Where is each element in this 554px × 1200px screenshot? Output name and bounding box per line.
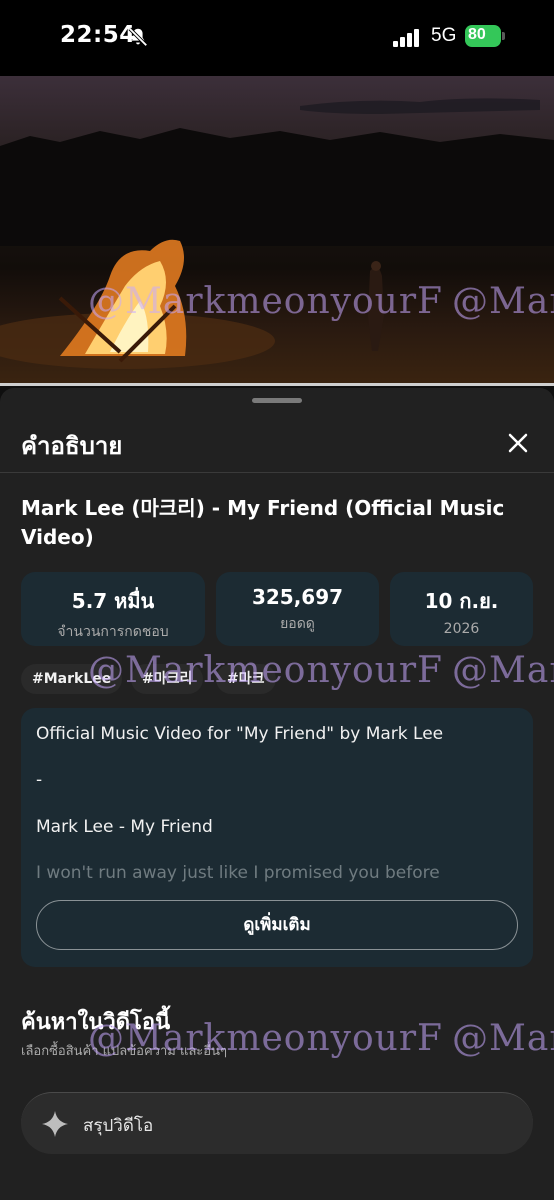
publish-date: 10 ก.ย. bbox=[424, 589, 499, 613]
battery-level: 80 bbox=[468, 26, 486, 43]
description-line: Official Music Video for "My Friend" by … bbox=[36, 724, 444, 744]
date-stat: 10 ก.ย. 2026 bbox=[390, 572, 533, 646]
watermark-text: @MarkmeonyourF bbox=[452, 281, 554, 322]
show-more-button[interactable]: ดูเพิ่มเติม bbox=[36, 900, 518, 950]
close-icon[interactable] bbox=[503, 428, 533, 458]
summarize-video-label: สรุปวิดีโอ bbox=[83, 1116, 154, 1136]
status-time: 22:54 bbox=[60, 22, 136, 48]
views-stat: 325,697 ยอดดู bbox=[216, 572, 379, 646]
watermark-text: @MarkmeonyourF bbox=[452, 1018, 554, 1059]
sheet-drag-handle[interactable] bbox=[252, 398, 302, 403]
silent-bell-icon bbox=[128, 27, 148, 47]
cellular-signal-icon bbox=[393, 29, 419, 47]
divider bbox=[0, 472, 554, 473]
likes-count: 5.7 หมื่น bbox=[71, 589, 155, 613]
watermark-text: @MarkmeonyourF bbox=[452, 650, 554, 691]
watermark-text: @MarkmeonyourF bbox=[88, 650, 444, 691]
network-type: 5G bbox=[431, 25, 457, 46]
battery-icon: 80 bbox=[465, 25, 505, 47]
watermark-text: @MarkmeonyourF bbox=[88, 281, 444, 322]
sparkle-icon bbox=[42, 1111, 68, 1137]
video-frame bbox=[0, 98, 554, 369]
video-title: Mark Lee (마크리) - My Friend (Official Mus… bbox=[21, 496, 505, 549]
sheet-title: คำอธิบาย bbox=[21, 432, 123, 460]
video-player[interactable]: @MarkmeonyourF @MarkmeonyourF bbox=[0, 76, 554, 386]
likes-label: จำนวนการกดชอบ bbox=[57, 624, 169, 640]
status-bar: 22:54 5G 80 bbox=[0, 0, 554, 76]
video-progress-bar[interactable] bbox=[0, 383, 554, 386]
watermark-text: @MarkmeonyourF bbox=[88, 1018, 444, 1059]
description-line: Mark Lee - My Friend bbox=[36, 817, 213, 837]
description-line: - bbox=[36, 770, 43, 790]
views-count: 325,697 bbox=[251, 585, 344, 609]
summarize-video-button[interactable]: สรุปวิดีโอ bbox=[21, 1092, 533, 1154]
publish-year: 2026 bbox=[443, 621, 480, 637]
views-label: ยอดดู bbox=[280, 616, 315, 632]
likes-stat: 5.7 หมื่น จำนวนการกดชอบ bbox=[21, 572, 205, 646]
description-box: Official Music Video for "My Friend" by … bbox=[21, 708, 533, 967]
description-line: I won't run away just like I promised yo… bbox=[36, 863, 440, 883]
